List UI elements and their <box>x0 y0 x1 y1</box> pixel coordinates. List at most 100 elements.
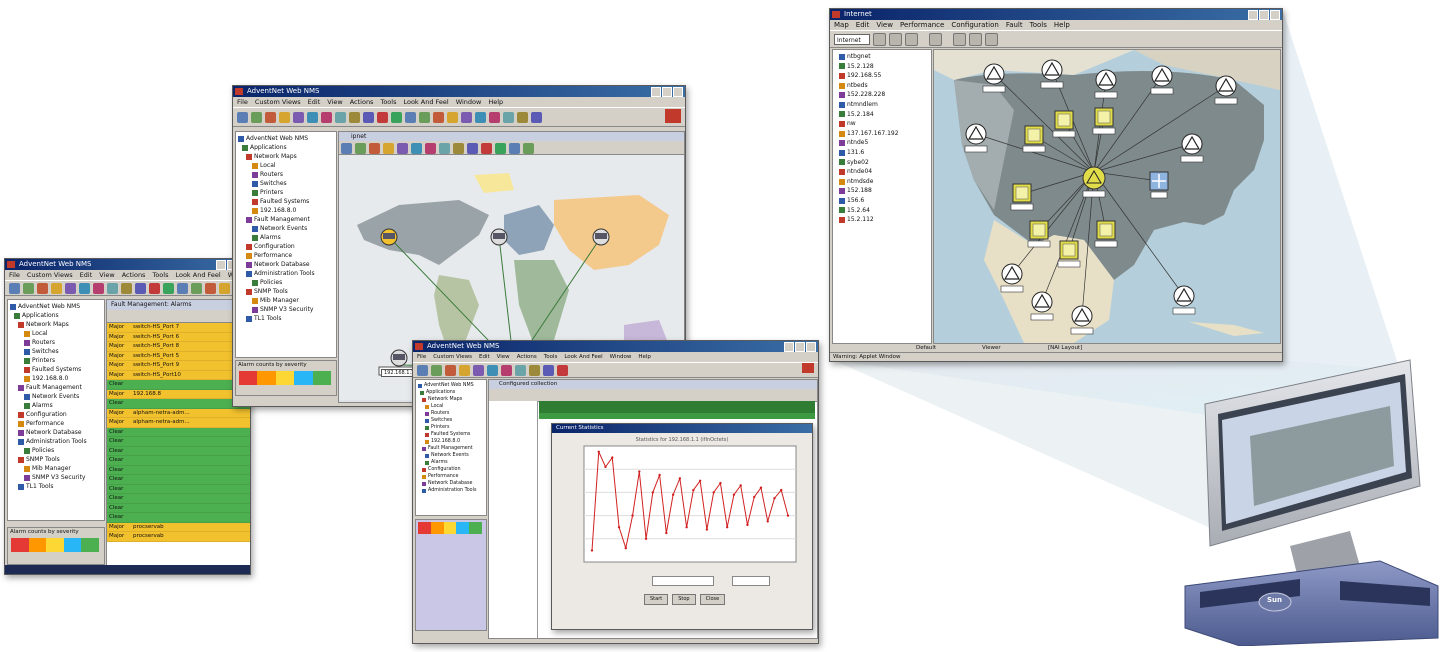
table-row[interactable]: Clear <box>107 484 250 494</box>
toolbar-button-icon[interactable] <box>495 143 506 154</box>
toolbar-button-icon[interactable] <box>191 282 202 294</box>
tree-item[interactable]: Faulted Systems <box>418 431 484 438</box>
ip-network-node-icon[interactable] <box>982 63 1006 93</box>
minimize-button[interactable] <box>216 260 226 270</box>
toolbar-button-icon[interactable] <box>177 282 188 294</box>
menu-item[interactable]: Fault <box>1006 20 1023 30</box>
subnet-node-icon[interactable] <box>1027 220 1051 248</box>
toolbar-button-icon[interactable] <box>501 364 512 376</box>
object-list[interactable] <box>489 401 538 638</box>
tree-item[interactable]: 192.168.8.0 <box>10 374 102 383</box>
table-row[interactable]: Major switch-HS_Port 9 <box>107 361 250 371</box>
table-row[interactable]: Clear <box>107 437 250 447</box>
toolbar-button-icon[interactable] <box>307 111 318 123</box>
ip-network-node-icon[interactable] <box>1150 65 1174 95</box>
toolbar-button-icon[interactable] <box>251 111 262 123</box>
toolbar-button-icon[interactable] <box>447 111 458 123</box>
toolbar-button-icon[interactable] <box>51 282 62 294</box>
tree-item[interactable]: SNMP Tools <box>10 455 102 464</box>
tree-item[interactable]: ntmdsde <box>835 177 929 187</box>
toolbar-button-icon[interactable] <box>459 364 470 376</box>
toolbar-button-icon[interactable] <box>439 143 450 154</box>
ip-network-node-icon[interactable] <box>1030 291 1054 321</box>
tree-item[interactable]: Printers <box>418 424 484 431</box>
toolbar-button-icon[interactable] <box>509 143 520 154</box>
tree-item[interactable]: AdventNet Web NMS <box>418 382 484 389</box>
menu-item[interactable]: View <box>99 270 114 280</box>
toolbar-button-icon[interactable] <box>265 111 276 123</box>
table-row[interactable]: Major switch-HS_Port 7 <box>107 323 250 333</box>
toolbar-button-icon[interactable] <box>37 282 48 294</box>
toolbar-button-icon[interactable] <box>135 282 146 294</box>
tree-item[interactable]: 156.6 <box>835 196 929 206</box>
ip-network-node-icon[interactable] <box>1094 69 1118 99</box>
menu-item[interactable]: Tools <box>380 97 396 107</box>
interval-field[interactable] <box>652 576 714 586</box>
toolbar-button-icon[interactable] <box>93 282 104 294</box>
menu-item[interactable]: Help <box>1054 20 1070 30</box>
table-row[interactable]: Major alpham-netra-adm... <box>107 418 250 428</box>
selected-collection-row[interactable] <box>539 401 815 413</box>
tree-item[interactable]: 15.2.112 <box>835 215 929 225</box>
tree-item[interactable]: 192.168.55 <box>835 71 929 81</box>
tree-item[interactable]: Switches <box>10 347 102 356</box>
tree-item[interactable]: SNMP V3 Security <box>238 305 334 314</box>
tree-item[interactable]: Local <box>238 161 334 170</box>
table-row[interactable]: Major procservab <box>107 522 250 532</box>
toolbar-button-icon[interactable] <box>149 282 160 294</box>
toolbar-button-icon[interactable] <box>517 111 528 123</box>
subnet-node-icon[interactable] <box>1010 183 1034 211</box>
toolbar-button-icon[interactable] <box>79 282 90 294</box>
table-row[interactable]: Major 192.168.8 <box>107 389 250 399</box>
table-row[interactable]: Clear <box>107 513 250 523</box>
tree-item[interactable]: Applications <box>10 311 102 320</box>
toolbar-button-icon[interactable] <box>405 111 416 123</box>
map-node-icon[interactable] <box>592 228 610 246</box>
table-row[interactable]: Major switch-HS_Port10 <box>107 370 250 380</box>
toolbar-button-icon[interactable] <box>543 364 554 376</box>
tree-item[interactable]: Printers <box>238 188 334 197</box>
tree-item[interactable]: Routers <box>10 338 102 347</box>
menu-item[interactable]: Configuration <box>951 20 998 30</box>
tree-item[interactable]: 131.6 <box>835 148 929 158</box>
maximize-button[interactable] <box>1259 10 1269 20</box>
tree-item[interactable]: Switches <box>238 179 334 188</box>
minimize-button[interactable] <box>784 342 794 352</box>
up-level-icon[interactable] <box>905 32 918 46</box>
tree-item[interactable]: Mib Manager <box>238 296 334 305</box>
tree-item[interactable]: Routers <box>418 410 484 417</box>
menu-item[interactable]: Actions <box>122 270 146 280</box>
toolbar-button-icon[interactable] <box>487 364 498 376</box>
tree-item[interactable]: SNMP Tools <box>238 287 334 296</box>
tree-item[interactable]: Administration Tools <box>238 269 334 278</box>
menu-item[interactable]: Edit <box>80 270 93 280</box>
toolbar-button-icon[interactable] <box>529 364 540 376</box>
tree-item[interactable]: ntnde04 <box>835 167 929 177</box>
table-row[interactable]: Clear <box>107 503 250 513</box>
table-row[interactable]: Major switch-HS_Port 5 <box>107 351 250 361</box>
menu-item[interactable]: Tools <box>544 352 558 362</box>
menu-item[interactable]: Look And Feel <box>564 352 602 362</box>
toolbar-button-icon[interactable] <box>369 143 380 154</box>
toolbar-button-icon[interactable] <box>65 282 76 294</box>
menu-item[interactable]: View <box>327 97 342 107</box>
tree-item[interactable]: Administration Tools <box>418 487 484 494</box>
toolbar-button-icon[interactable] <box>503 111 514 123</box>
toolbar-button-icon[interactable] <box>419 111 430 123</box>
toolbar-button-icon[interactable] <box>475 111 486 123</box>
menu-item[interactable]: Custom Views <box>433 352 472 362</box>
ip-network-node-icon[interactable] <box>1070 305 1094 335</box>
toolbar-button-icon[interactable] <box>531 111 542 123</box>
menu-item[interactable]: Performance <box>900 20 944 30</box>
toolbar-button-icon[interactable] <box>411 143 422 154</box>
toolbar-button-icon[interactable] <box>219 282 230 294</box>
menu-item[interactable]: Actions <box>517 352 537 362</box>
menu-item[interactable]: Window <box>610 352 632 362</box>
menu-item[interactable]: File <box>9 270 20 280</box>
toolbar-button-icon[interactable] <box>363 111 374 123</box>
tree-item[interactable]: Performance <box>10 419 102 428</box>
us-map[interactable] <box>934 50 1280 343</box>
tree-item[interactable]: Fault Management <box>238 215 334 224</box>
fault-window-titlebar[interactable]: AdventNet Web NMS <box>5 259 250 270</box>
menu-item[interactable]: File <box>237 97 248 107</box>
